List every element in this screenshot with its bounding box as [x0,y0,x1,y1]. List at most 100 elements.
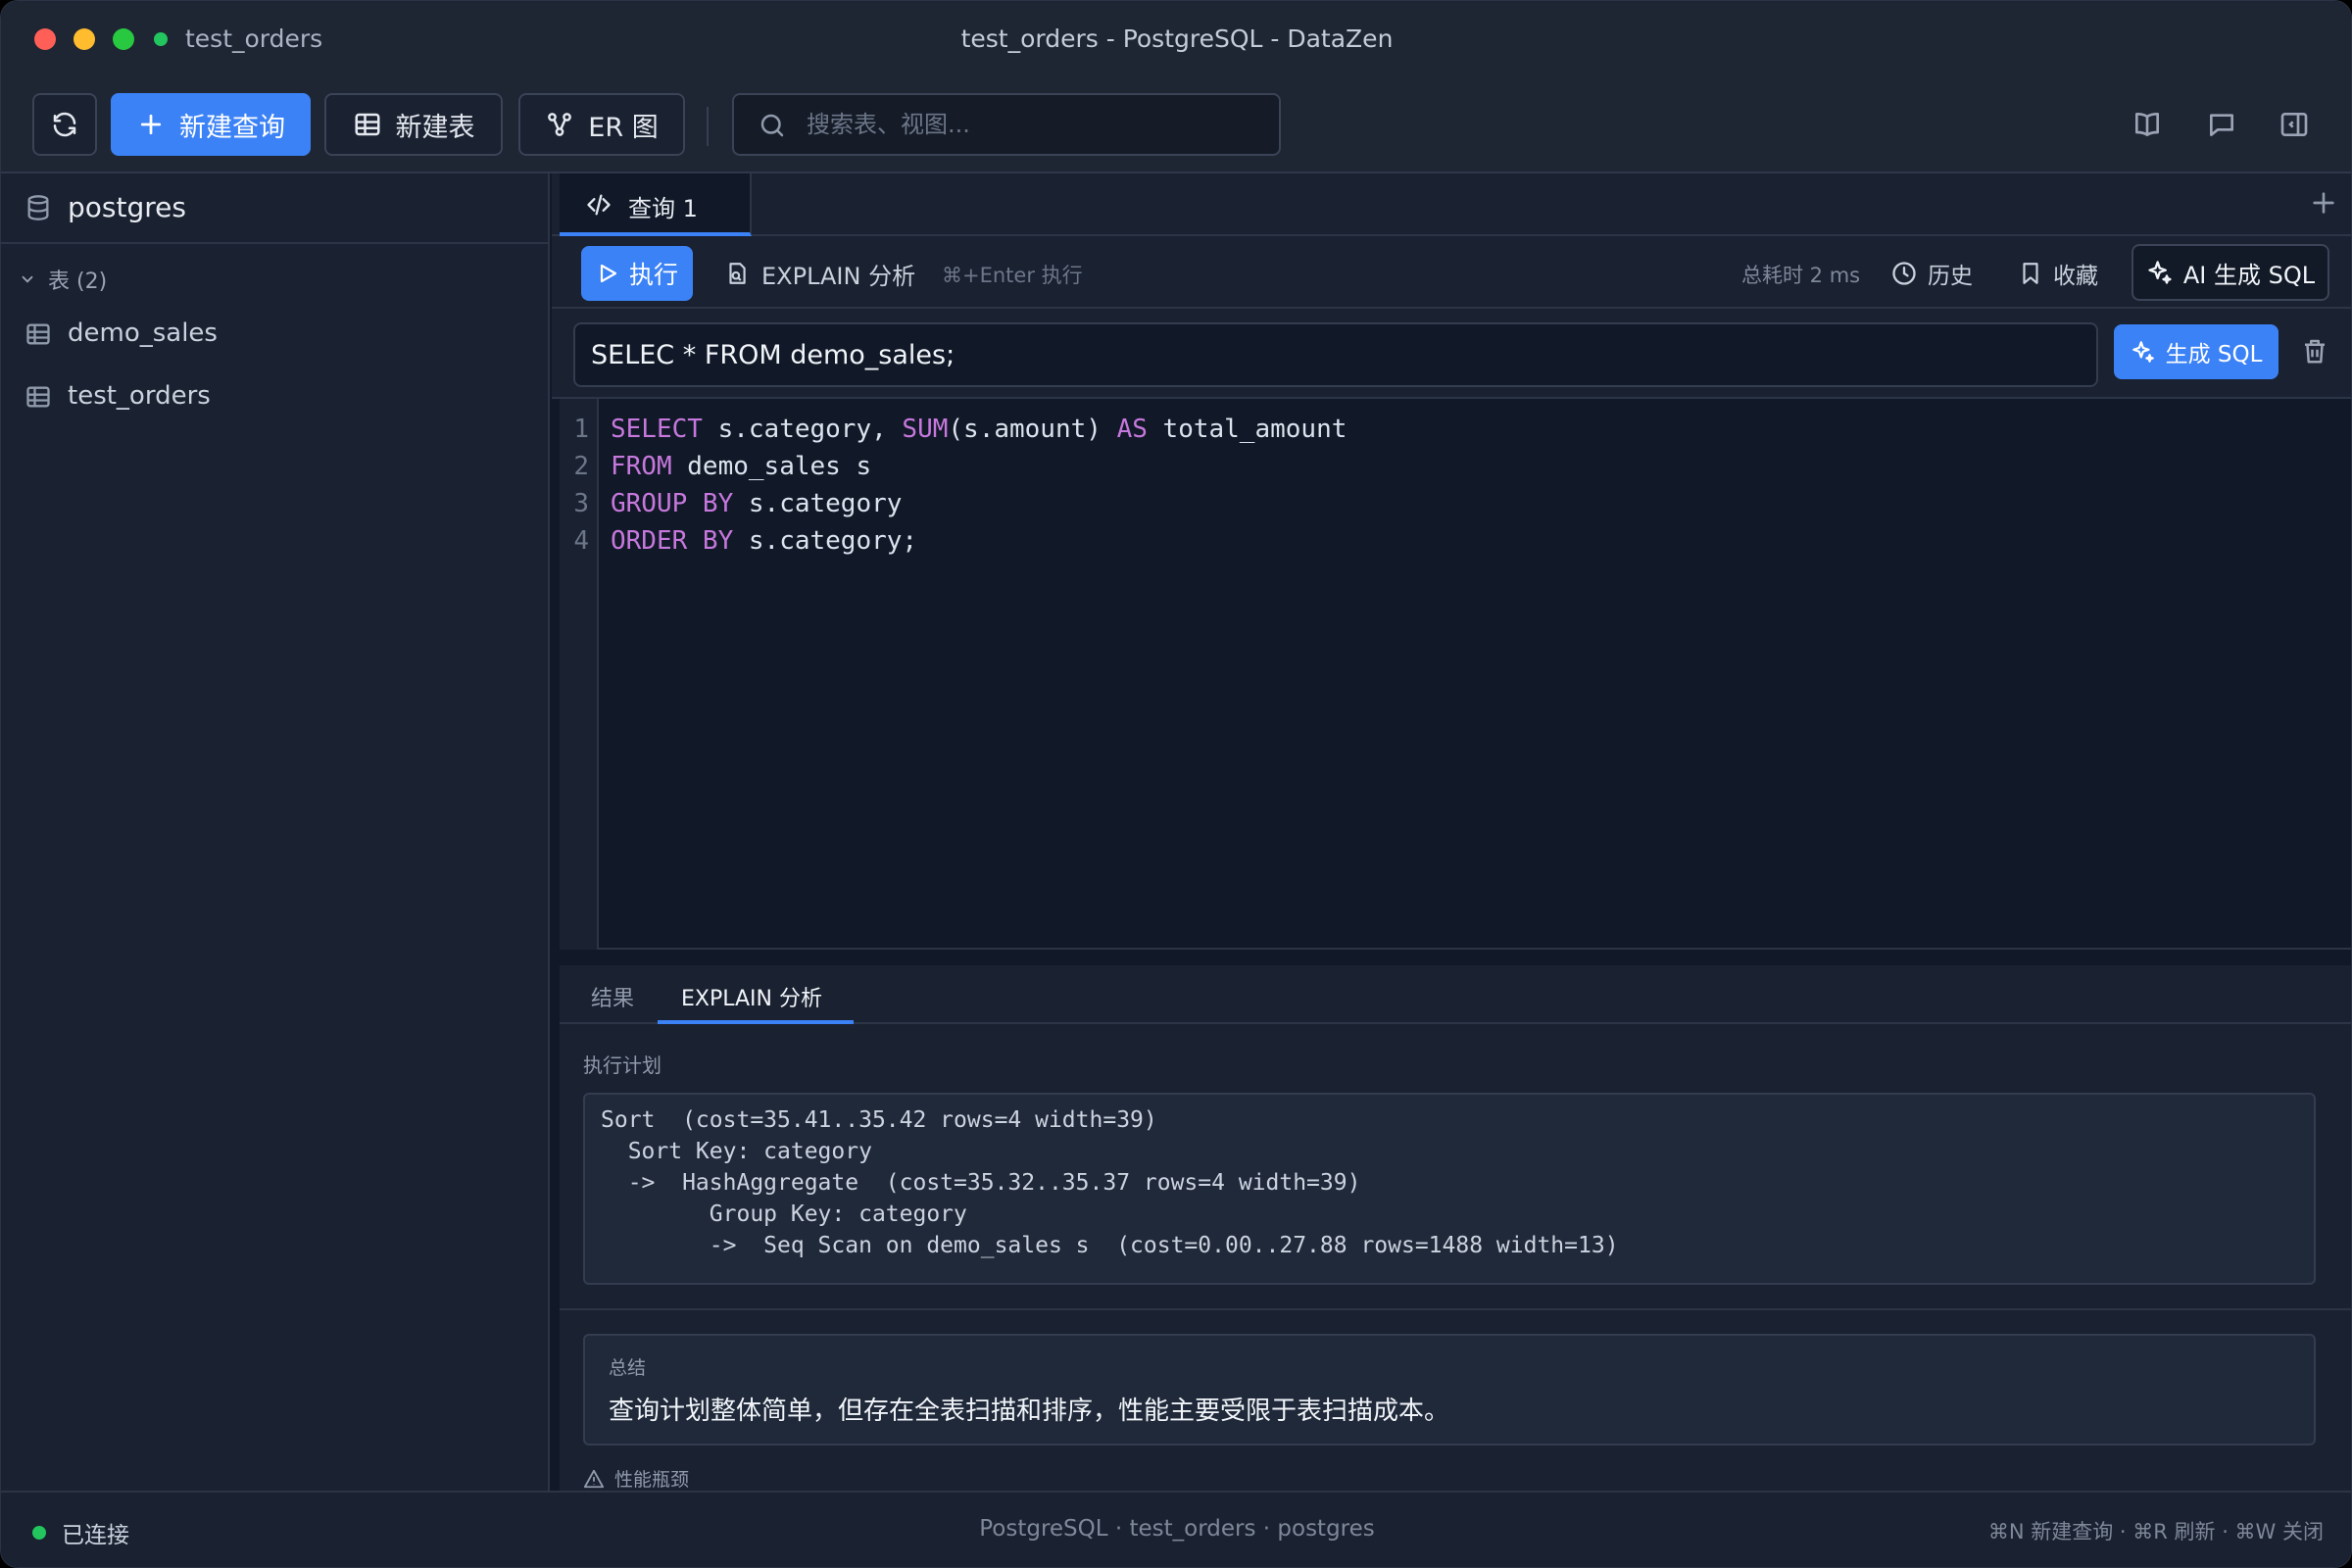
table-icon [355,113,379,136]
er-diagram-label: ER 图 [588,112,659,143]
title-bar: test_orders test_orders - PostgreSQL - D… [1,1,2351,77]
file-search-icon [729,263,746,284]
section-divider [560,1308,2351,1310]
toggle-panel-button[interactable] [2278,109,2310,140]
code-line: GROUP BY s.category [611,489,902,518]
sql-keyword: GROUP BY [611,489,734,518]
new-table-button[interactable]: 新建表 [324,93,503,156]
app-window: test_orders test_orders - PostgreSQL - D… [0,0,2352,1568]
trash-icon[interactable] [2300,334,2329,368]
main-toolbar: 新建查询 新建表 ER 图 [1,77,2351,173]
search-input[interactable] [807,105,1257,144]
database-name: postgres [68,191,186,223]
execution-plan: Sort (cost=35.41..35.42 rows=4 width=39)… [583,1093,2316,1285]
table-icon [26,323,50,345]
clock-icon [1892,262,1916,285]
keyboard-shortcuts: ⌘N 新建查询 · ⌘R 刷新 · ⌘W 关闭 [1987,1520,2324,1544]
chat-icon [2210,114,2233,136]
sql-keyword: AS [1116,415,1148,444]
line-number: 2 [573,452,589,481]
code-line: FROM demo_sales s [611,452,871,481]
sparkle-icon [2148,261,2172,284]
explain-button[interactable]: EXPLAIN 分析 [724,250,915,297]
add-tab-icon[interactable] [2308,187,2339,219]
plus-icon [140,114,162,135]
database-header[interactable]: postgres [1,173,548,244]
status-bar: 已连接 PostgreSQL · test_orders · postgres … [1,1491,2351,1567]
plan-label: 执行计划 [583,1054,662,1077]
run-label: 执行 [628,261,678,289]
play-icon [600,264,617,283]
sql-keyword: SUM [902,415,949,444]
chat-button[interactable] [2206,109,2237,140]
sidebar-table-label: demo_sales [68,318,218,348]
bottleneck-label: 性能瓶颈 [614,1469,690,1491]
tab-label: 查询 1 [628,195,698,222]
sql-text: s.category [733,489,903,518]
favorites-button[interactable]: 收藏 [2018,250,2098,297]
refresh-icon [53,112,76,137]
refresh-button[interactable] [32,93,97,156]
er-diagram-button[interactable]: ER 图 [518,93,685,156]
generate-sql-button[interactable]: 生成 SQL [2114,324,2278,379]
summary-label: 总结 [609,1357,647,1379]
sql-keyword: ORDER BY [611,526,734,556]
bookmark-icon [2023,263,2038,284]
new-table-label: 新建表 [395,112,475,143]
line-number-gutter: 1 2 3 4 [560,399,599,950]
sparkle-icon [2132,341,2154,363]
sql-text: (s.amount) [948,415,1117,444]
sql-text: s.category; [733,526,918,556]
sidebar: postgres 表 (2) demo_sales test_orders [1,173,550,1491]
code-line: SELECT s.category, SUM(s.amount) AS tota… [611,415,1347,444]
book-icon [2135,113,2159,136]
er-diagram-icon [548,113,572,136]
run-button[interactable]: 执行 [581,246,693,301]
history-button[interactable]: 历史 [1890,250,1973,297]
sql-keyword: SELECT [611,415,703,444]
toolbar-divider [707,107,709,146]
summary-card: 总结 查询计划整体简单，但存在全表扫描和排序，性能主要受限于表扫描成本。 [583,1334,2316,1446]
tab-query-1[interactable]: 查询 1 [560,173,752,236]
tables-group-label: 表 (2) [48,270,108,294]
ai-prompt-row: 生成 SQL [552,309,2351,399]
chevron-down-icon [22,275,33,283]
sql-editor[interactable]: 1 2 3 4 SELECT s.category, SUM(s.amount)… [560,399,2351,950]
tab-explain-label: EXPLAIN 分析 [681,987,822,1011]
code-line: ORDER BY s.category; [611,526,917,556]
sidebar-table-demo-sales[interactable]: demo_sales [1,305,548,364]
shortcut-hint: ⌘+Enter 执行 [942,264,1083,287]
query-tabs-bar: 查询 1 [552,173,2351,236]
window-title: test_orders - PostgreSQL - DataZen [960,24,1394,53]
ai-prompt-input[interactable] [573,322,2098,387]
line-number: 4 [573,526,589,556]
code-icon [587,194,611,216]
explain-label: EXPLAIN 分析 [761,262,916,290]
new-query-button[interactable]: 新建查询 [111,93,311,156]
sql-text: total_amount [1147,415,1348,444]
generate-sql-label: 生成 SQL [2165,342,2263,368]
explain-panel: 执行计划 Sort (cost=35.41..35.42 rows=4 widt… [560,1024,2351,1491]
summary-text: 查询计划整体简单，但存在全表扫描和排序，性能主要受限于表扫描成本。 [609,1396,1450,1426]
search-box[interactable] [732,93,1281,156]
sql-text: demo_sales s [671,452,872,481]
sql-keyword: FROM [611,452,672,481]
sidebar-table-label: test_orders [68,381,211,411]
elapsed-time: 总耗时 2 ms [1741,264,1861,287]
bottleneck-header: 性能瓶颈 [583,1465,689,1491]
line-number: 3 [573,489,589,518]
tables-group-toggle[interactable]: 表 (2) [19,260,107,299]
docs-button[interactable] [2132,109,2163,140]
history-label: 历史 [1928,264,1973,289]
line-number: 1 [573,415,589,444]
query-toolbar: 执行 EXPLAIN 分析 ⌘+Enter 执行 总耗时 2 ms 历史 收藏 … [552,236,2351,309]
tab-explain-analysis[interactable]: EXPLAIN 分析 [658,965,854,1024]
result-tabs: 结果 EXPLAIN 分析 [560,965,2351,1024]
new-query-label: 新建查询 [179,112,285,143]
tab-results[interactable]: 结果 [591,981,634,1012]
ai-generate-sql-button[interactable]: AI 生成 SQL [2132,244,2329,301]
main-area: 查询 1 执行 EXPLAIN 分析 ⌘+Enter 执行 总耗时 2 ms 历… [552,173,2351,1491]
warning-icon [583,1469,605,1488]
sidebar-table-test-orders[interactable]: test_orders [1,368,548,426]
sidebar-toggle-icon [2280,113,2308,136]
